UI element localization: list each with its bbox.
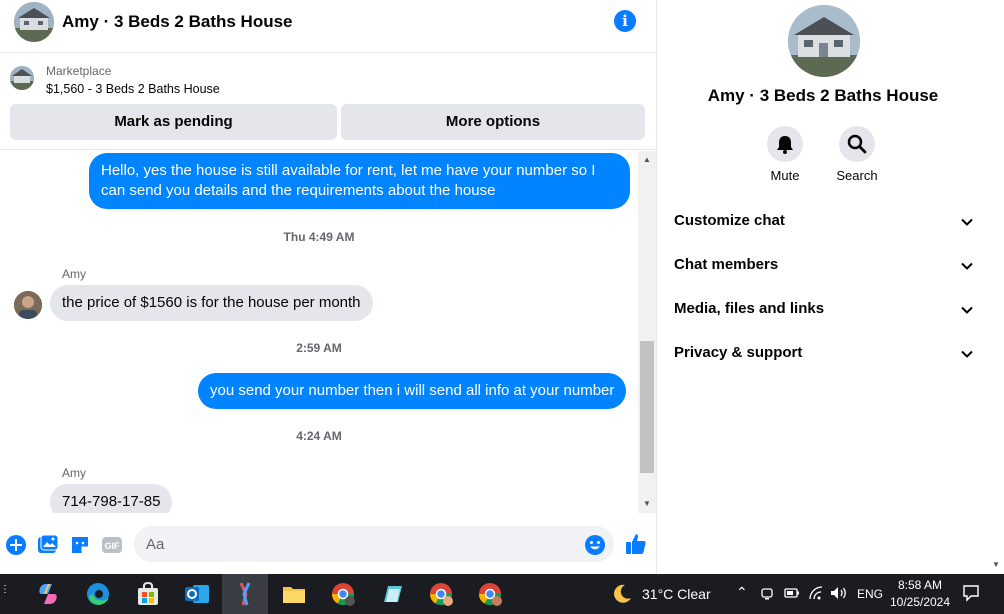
listing-source: Marketplace: [46, 64, 112, 78]
system-clock[interactable]: 8:58 AM 10/25/2024: [880, 577, 960, 611]
moon-icon: [614, 584, 631, 603]
section-label: Media, files and links: [674, 300, 825, 317]
snipping-tool-icon[interactable]: [231, 580, 259, 608]
chrome-profile-icon[interactable]: [329, 580, 357, 608]
message-timestamp: Thu 4:49 AM: [283, 230, 355, 244]
section-media-files-links[interactable]: Media, files and links: [674, 300, 974, 322]
page-scrollbar[interactable]: ▼: [988, 0, 1004, 574]
chevron-down-icon: [961, 350, 973, 358]
profile-name: Amy · 3 Beds 2 Baths House: [707, 86, 939, 105]
section-privacy-support[interactable]: Privacy & support: [674, 344, 974, 366]
mute-button[interactable]: Mute: [755, 126, 815, 183]
windows-taskbar: ⋮ 31°C Clear ⌃ ENG 8:58 AM 10/25/2024: [0, 574, 1004, 614]
messenger-window: Amy · 3 Beds 2 Baths House i Marketplace…: [0, 0, 1004, 574]
outgoing-message[interactable]: Hello, yes the house is still available …: [89, 153, 630, 209]
file-explorer-icon[interactable]: [280, 580, 308, 608]
clock-time: 8:58 AM: [897, 578, 943, 592]
section-customize-chat[interactable]: Customize chat: [674, 212, 974, 234]
conversation-title[interactable]: Amy · 3 Beds 2 Baths House: [62, 12, 293, 32]
taskbar-edge-icon[interactable]: ⋮: [0, 584, 10, 604]
marketplace-listing: Marketplace $1,560 - 3 Beds 2 Baths Hous…: [0, 54, 657, 150]
message-scrollbar[interactable]: ▲ ▼: [638, 151, 656, 513]
chevron-up-icon[interactable]: ⌃: [736, 584, 748, 601]
search-button[interactable]: Search: [827, 126, 887, 183]
notification-icon[interactable]: [962, 584, 980, 602]
emoji-icon[interactable]: [584, 534, 606, 556]
edge-browser-icon[interactable]: [84, 580, 112, 608]
outgoing-message[interactable]: you send your number then i will send al…: [198, 373, 627, 409]
incoming-message[interactable]: the price of $1560 is for the house per …: [50, 285, 373, 321]
search-icon: [847, 134, 867, 154]
chrome-icon-2[interactable]: [476, 580, 504, 608]
outlook-icon[interactable]: [183, 580, 211, 608]
message-composer: GIF: [0, 520, 657, 570]
scroll-down-arrow-icon[interactable]: ▼: [642, 499, 652, 509]
message-timestamp: 4:24 AM: [296, 429, 342, 443]
bell-icon: [777, 136, 793, 154]
volume-icon[interactable]: [830, 586, 848, 600]
info-icon[interactable]: i: [614, 10, 636, 32]
scrollbar-thumb[interactable]: [640, 341, 654, 473]
gallery-icon[interactable]: [37, 534, 59, 556]
thumbs-up-icon[interactable]: [624, 532, 648, 556]
battery-icon[interactable]: [784, 586, 800, 600]
plus-icon[interactable]: [5, 534, 27, 556]
sender-avatar[interactable]: [14, 291, 42, 319]
section-label: Customize chat: [674, 212, 785, 229]
chat-pane: Amy · 3 Beds 2 Baths House i Marketplace…: [0, 0, 657, 574]
chevron-down-icon: [961, 306, 973, 314]
chat-header: Amy · 3 Beds 2 Baths House i: [0, 0, 657, 53]
scroll-down-arrow-icon[interactable]: ▼: [992, 560, 1000, 569]
mark-as-pending-button[interactable]: Mark as pending: [10, 104, 337, 140]
search-label: Search: [836, 168, 878, 183]
gif-icon[interactable]: GIF: [101, 534, 123, 556]
clock-date: 10/25/2024: [889, 595, 951, 609]
message-input[interactable]: [134, 526, 614, 562]
conversation-avatar[interactable]: [14, 2, 54, 42]
sticker-icon[interactable]: [69, 534, 91, 556]
listing-thumbnail[interactable]: [10, 66, 34, 90]
chevron-down-icon: [961, 218, 973, 226]
mute-label: Mute: [770, 168, 800, 183]
conversation-details-panel: Amy · 3 Beds 2 Baths House Mute Search C…: [658, 0, 988, 574]
section-chat-members[interactable]: Chat members: [674, 256, 974, 278]
sender-name: Amy: [62, 466, 86, 480]
meet-now-icon[interactable]: [760, 586, 774, 600]
wifi-icon[interactable]: [808, 586, 824, 600]
more-options-button[interactable]: More options: [341, 104, 645, 140]
scroll-up-arrow-icon[interactable]: ▲: [642, 155, 652, 165]
profile-avatar[interactable]: [788, 5, 860, 77]
svg-text:GIF: GIF: [105, 541, 121, 551]
section-label: Chat members: [674, 256, 779, 273]
sender-name: Amy: [62, 267, 86, 281]
copilot-icon[interactable]: [34, 580, 62, 608]
store-icon[interactable]: [134, 580, 162, 608]
message-timestamp: 2:59 AM: [296, 341, 342, 355]
section-label: Privacy & support: [674, 344, 803, 361]
listing-description[interactable]: $1,560 - 3 Beds 2 Baths House: [46, 82, 220, 96]
incoming-message[interactable]: 714-798-17-85: [50, 484, 173, 513]
chrome-icon[interactable]: [427, 580, 455, 608]
message-list: Hello, yes the house is still available …: [0, 151, 638, 513]
weather-text: 31°C Clear: [642, 586, 711, 602]
chevron-down-icon: [961, 262, 973, 270]
notepad-icon[interactable]: [378, 580, 406, 608]
